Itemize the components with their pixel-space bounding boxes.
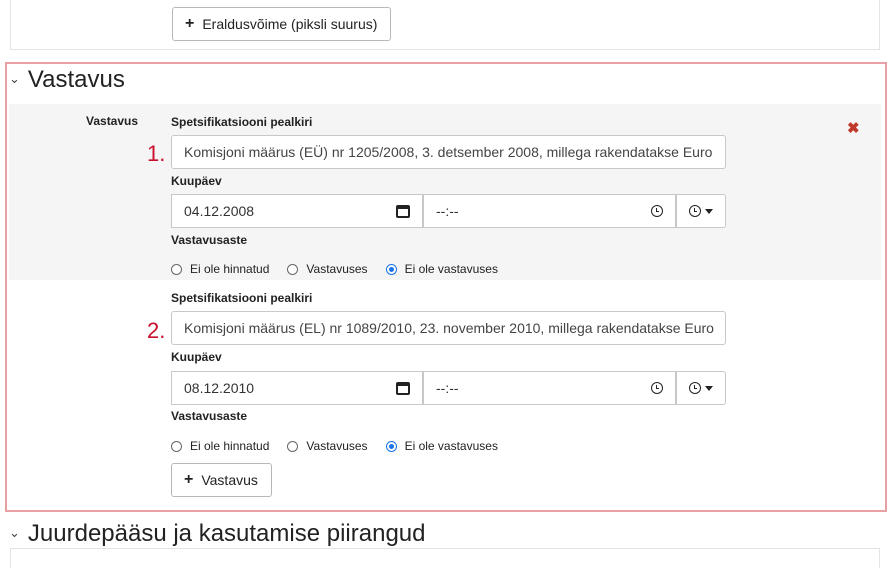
- time-input-1[interactable]: --:--: [423, 194, 676, 228]
- conformity-section-title: Vastavus: [27, 66, 125, 93]
- date-value-1: 04.12.2008: [184, 203, 255, 219]
- radio-not-evaluated-1[interactable]: Ei ole hinnatud: [171, 262, 269, 276]
- caret-down-icon: [705, 385, 713, 391]
- chevron-down-icon: ⌄: [9, 525, 20, 540]
- radio-not-evaluated-2[interactable]: Ei ole hinnatud: [171, 439, 269, 453]
- radio-label: Ei ole hinnatud: [190, 439, 270, 453]
- radio-button-selected[interactable]: [385, 440, 397, 452]
- radio-label: Ei ole vastavuses: [404, 439, 498, 453]
- date-input-2[interactable]: 08.12.2010: [171, 371, 423, 405]
- radio-label: Ei ole vastavuses: [404, 262, 498, 276]
- chevron-down-icon: ⌄: [9, 71, 20, 86]
- clock-icon: [689, 205, 701, 217]
- date-input-1[interactable]: 04.12.2008: [171, 194, 423, 228]
- date-label-1: Kuupäev: [171, 174, 222, 188]
- time-picker-button-2[interactable]: [676, 371, 726, 405]
- radio-button[interactable]: [287, 263, 299, 275]
- add-resolution-label: Eraldusvõime (piksli suurus): [202, 16, 378, 32]
- date-value-2: 08.12.2010: [184, 380, 255, 396]
- clock-icon[interactable]: [651, 205, 663, 217]
- radio-button[interactable]: [171, 263, 182, 275]
- add-conformity-label: Vastavus: [201, 472, 258, 488]
- spec-title-input-1[interactable]: Komisjoni määrus (EÜ) nr 1205/2008, 3. d…: [171, 135, 726, 169]
- time-input-2[interactable]: --:--: [423, 371, 676, 405]
- radio-button-selected[interactable]: [385, 263, 397, 275]
- radio-label: Ei ole hinnatud: [190, 262, 270, 276]
- degree-label-1: Vastavusaste: [171, 233, 248, 247]
- radio-not-conformant-2[interactable]: Ei ole vastavuses: [385, 439, 498, 453]
- calendar-icon[interactable]: [396, 381, 410, 395]
- time-picker-button-1[interactable]: [676, 194, 726, 228]
- spec-title-input-2[interactable]: Komisjoni määrus (EL) nr 1089/2010, 23. …: [171, 311, 726, 345]
- add-resolution-button[interactable]: + Eraldusvõime (piksli suurus): [172, 7, 391, 41]
- close-icon[interactable]: ✖: [847, 119, 860, 137]
- plus-icon: +: [185, 15, 195, 32]
- date-label-2: Kuupäev: [171, 350, 222, 364]
- plus-icon: +: [184, 471, 194, 488]
- calendar-icon[interactable]: [396, 204, 410, 218]
- radio-button[interactable]: [171, 440, 182, 452]
- radio-conformant-2[interactable]: Vastavuses: [287, 439, 368, 453]
- degree-radio-group-2: Ei ole hinnatud Vastavuses Ei ole vastav…: [171, 439, 516, 453]
- degree-label-2: Vastavusaste: [171, 409, 248, 423]
- add-conformity-button[interactable]: + Vastavus: [171, 463, 272, 497]
- spec-title-label-1: Spetsifikatsiooni pealkiri: [171, 115, 313, 129]
- radio-button[interactable]: [287, 440, 299, 452]
- access-restrictions-panel: [10, 548, 880, 568]
- clock-icon: [689, 382, 701, 394]
- conformity-section-header[interactable]: ⌄ Vastavus: [9, 66, 125, 94]
- entry-number-2: 2.: [147, 318, 166, 343]
- radio-not-conformant-1[interactable]: Ei ole vastavuses: [385, 262, 498, 276]
- entry-number-1: 1.: [147, 141, 166, 166]
- spec-title-label-2: Spetsifikatsiooni pealkiri: [171, 291, 313, 305]
- conformity-entry-background: [9, 104, 881, 280]
- radio-label: Vastavuses: [306, 262, 368, 276]
- clock-icon[interactable]: [651, 382, 663, 394]
- radio-conformant-1[interactable]: Vastavuses: [287, 262, 368, 276]
- time-value-1: --:--: [436, 203, 459, 219]
- radio-label: Vastavuses: [306, 439, 368, 453]
- degree-radio-group-1: Ei ole hinnatud Vastavuses Ei ole vastav…: [171, 262, 516, 276]
- resolution-panel: + Eraldusvõime (piksli suurus): [10, 0, 880, 50]
- conformity-side-label: Vastavus: [86, 114, 139, 128]
- access-restrictions-section-header[interactable]: ⌄ Juurdepääsu ja kasutamise piirangud: [9, 520, 426, 548]
- access-restrictions-title: Juurdepääsu ja kasutamise piirangud: [27, 520, 426, 547]
- time-value-2: --:--: [436, 380, 459, 396]
- caret-down-icon: [705, 208, 713, 214]
